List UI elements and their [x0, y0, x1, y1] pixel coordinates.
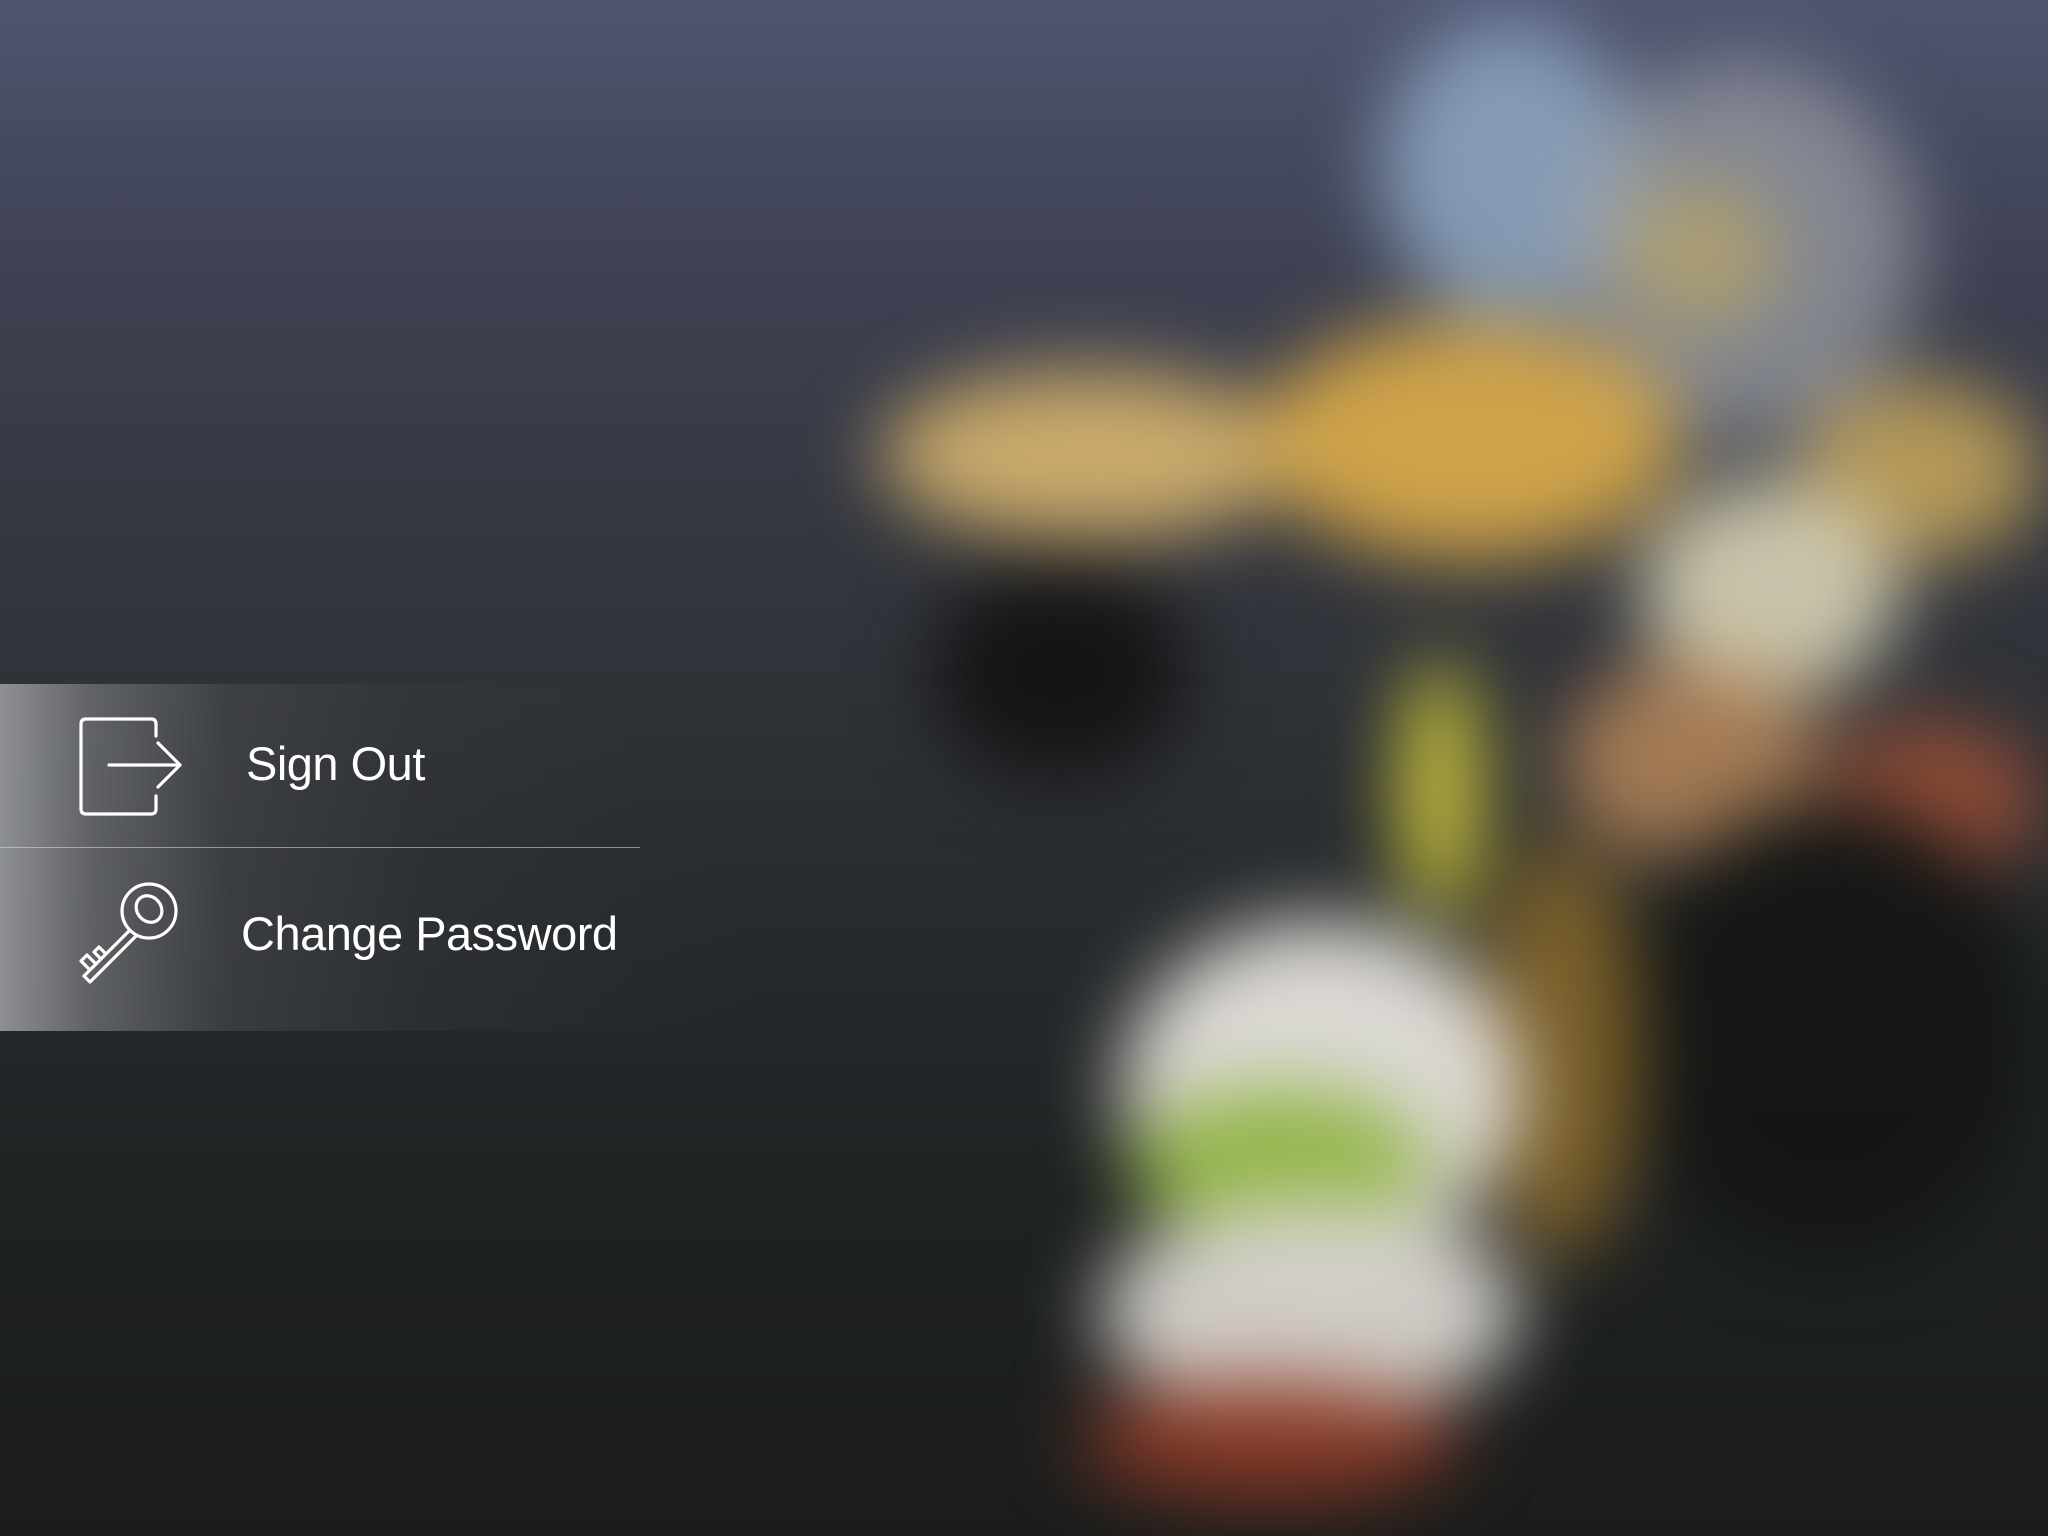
- sign-out-button[interactable]: Sign Out: [0, 684, 640, 847]
- sign-out-icon: [79, 717, 182, 816]
- key-icon: [79, 882, 178, 984]
- change-password-label: Change Password: [241, 907, 618, 960]
- change-password-button[interactable]: Change Password: [0, 848, 640, 1031]
- sign-out-label: Sign Out: [246, 737, 425, 790]
- screen: Sign Out Change Password: [0, 0, 2048, 1536]
